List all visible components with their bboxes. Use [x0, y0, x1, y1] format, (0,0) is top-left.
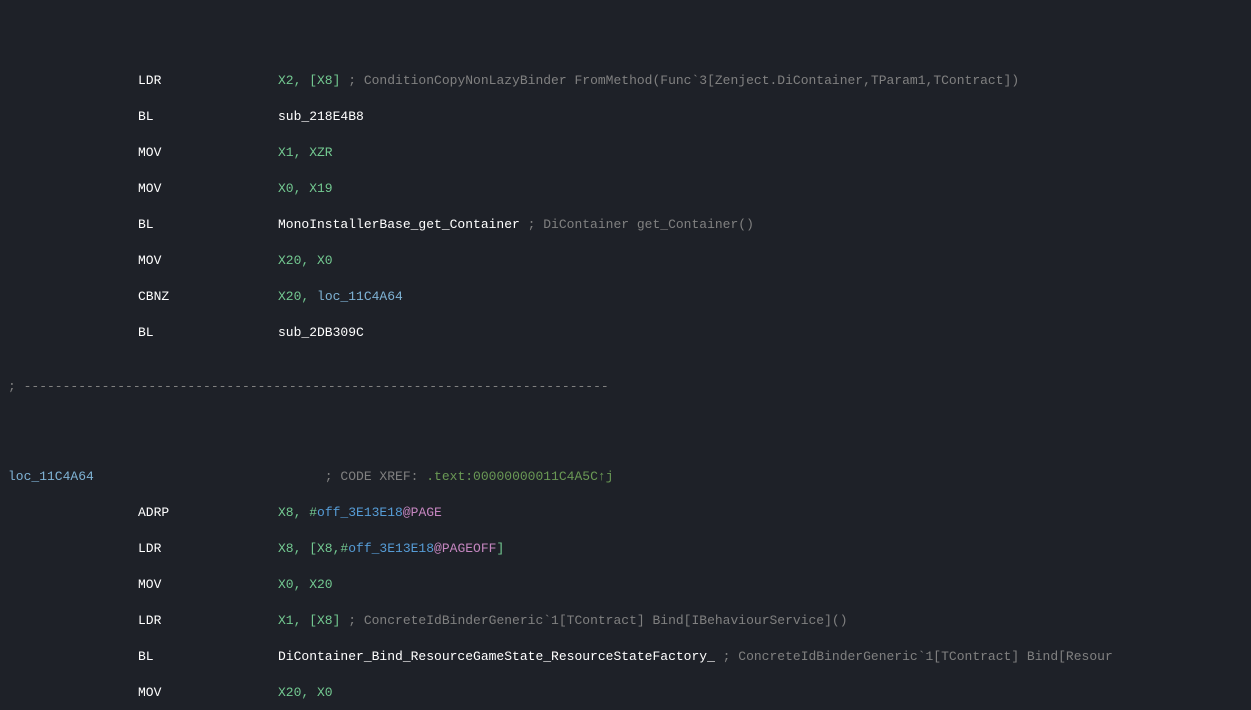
jump-target[interactable]: loc_11C4A64: [317, 289, 403, 304]
asm-line: ADRPX8, #off_3E13E18@PAGE: [8, 504, 1243, 522]
mnemonic: BL: [138, 324, 278, 342]
offset-symbol[interactable]: off_3E13E18: [317, 505, 403, 520]
asm-line: LDRX1, [X8] ; ConcreteIdBinderGeneric`1[…: [8, 612, 1243, 630]
operands: X20, X0: [278, 253, 333, 268]
separator: ; --------------------------------------…: [8, 378, 1243, 396]
asm-line: BLsub_218E4B8: [8, 108, 1243, 126]
mnemonic: CBNZ: [138, 288, 278, 306]
comment: ; ConditionCopyNonLazyBinder FromMethod(…: [340, 73, 1019, 88]
call-target[interactable]: sub_218E4B8: [278, 109, 364, 124]
xref-link[interactable]: .text:00000000011C4A5C↑j: [426, 469, 613, 484]
mnemonic: LDR: [138, 72, 278, 90]
disassembly-view[interactable]: LDRX2, [X8] ; ConditionCopyNonLazyBinder…: [0, 0, 1251, 710]
operands: X0, X19: [278, 181, 333, 196]
asm-line: LDRX2, [X8] ; ConditionCopyNonLazyBinder…: [8, 72, 1243, 90]
bracket-close: ]: [496, 541, 504, 556]
asm-line: MOVX1, XZR: [8, 144, 1243, 162]
asm-line: MOVX20, X0: [8, 684, 1243, 702]
asm-line: MOVX0, X19: [8, 180, 1243, 198]
mnemonic: BL: [138, 216, 278, 234]
mnemonic: MOV: [138, 144, 278, 162]
operands: X1, [X8]: [278, 613, 340, 628]
call-target[interactable]: MonoInstallerBase_get_Container: [278, 217, 520, 232]
page-directive: @PAGE: [403, 505, 442, 520]
asm-line: MOVX0, X20: [8, 576, 1243, 594]
asm-line: CBNZX20, loc_11C4A64: [8, 288, 1243, 306]
mnemonic: ADRP: [138, 504, 278, 522]
mnemonic: MOV: [138, 576, 278, 594]
operands: X0, X20: [278, 577, 333, 592]
asm-line: MOVX20, X0: [8, 252, 1243, 270]
mnemonic: MOV: [138, 180, 278, 198]
call-target[interactable]: DiContainer_Bind_ResourceGameState_Resou…: [278, 649, 715, 664]
comment: ; ConcreteIdBinderGeneric`1[TContract] B…: [715, 649, 1113, 664]
xref-keyword: CODE XREF:: [340, 469, 418, 484]
page-directive: @PAGEOFF: [434, 541, 496, 556]
mnemonic: LDR: [138, 612, 278, 630]
label-line: loc_11C4A64 ; CODE XREF: .text:000000000…: [8, 468, 1243, 486]
mnemonic: BL: [138, 108, 278, 126]
comment: ; ConcreteIdBinderGeneric`1[TContract] B…: [340, 613, 847, 628]
mnemonic: MOV: [138, 684, 278, 702]
mnemonic: LDR: [138, 540, 278, 558]
operands: X20,: [278, 289, 317, 304]
asm-line: BLDiContainer_Bind_ResourceGameState_Res…: [8, 648, 1243, 666]
mnemonic: MOV: [138, 252, 278, 270]
mnemonic: BL: [138, 648, 278, 666]
operands: X8, #: [278, 505, 317, 520]
comment: ; DiContainer get_Container(): [520, 217, 754, 232]
call-target[interactable]: sub_2DB309C: [278, 325, 364, 340]
asm-line: BLsub_2DB309C: [8, 324, 1243, 342]
asm-line: BLMonoInstallerBase_get_Container ; DiCo…: [8, 216, 1243, 234]
operands: X1, XZR: [278, 145, 333, 160]
operands: X2, [X8]: [278, 73, 340, 88]
operands: X8, [X8,#: [278, 541, 348, 556]
operands: X20, X0: [278, 685, 333, 700]
offset-symbol[interactable]: off_3E13E18: [348, 541, 434, 556]
location-label[interactable]: loc_11C4A64: [8, 468, 138, 486]
asm-line: LDRX8, [X8,#off_3E13E18@PAGEOFF]: [8, 540, 1243, 558]
